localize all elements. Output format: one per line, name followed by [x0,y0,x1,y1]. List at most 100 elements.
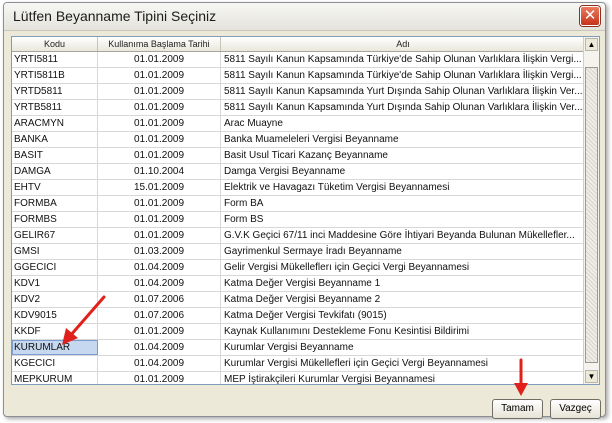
cell-kodu: MEPKURUM [12,372,98,384]
close-button[interactable]: ✕ [580,6,600,26]
vertical-scrollbar[interactable]: ▲ ▼ [583,37,599,384]
cell-adi: Basit Usul Ticari Kazanç Beyanname [224,150,388,161]
cell-kodu: KKDF [12,324,98,339]
table-row[interactable]: EHTV 15.01.2009 Elektrik ve Havagazı Tüket… [12,180,585,196]
cell-tarih: 01.01.2009 [98,100,221,115]
cell-adi: 5811 Sayılı Kanun Kapsamında Yurt Dışınd… [224,102,583,113]
cell-tarih: 01.07.2006 [98,308,221,323]
cell-tarih: 01.03.2009 [98,244,221,259]
cell-tarih: 01.01.2009 [98,196,221,211]
cell-adi: Arac Muayne [224,118,283,129]
cell-tarih: 01.01.2009 [98,324,221,339]
cell-adi: Katma Değer Vergisi Beyanname 1 [224,278,381,289]
table-row[interactable]: KDV2 01.07.2006 Katma Değer Vergisi Beyann… [12,292,585,308]
cell-adi: Banka Muameleleri Vergisi Beyanname [224,134,399,145]
cancel-button[interactable]: Vazgeç [550,399,601,419]
cell-adi: 5811 Sayılı Kanun Kapsamında Türkiye'de … [224,70,582,81]
cell-kodu: GMSI [12,244,98,259]
cell-kodu: DAMGA [12,164,98,179]
cell-tarih: 01.01.2009 [98,228,221,243]
cell-tarih: 01.01.2009 [98,372,221,384]
cell-kodu: KGECICI [12,356,98,371]
cell-tarih: 01.01.2009 [98,148,221,163]
cell-tarih: 01.04.2009 [98,276,221,291]
table-row[interactable]: GELIR67 01.01.2009 G.V.K Geçici 67/11 inci… [12,228,585,244]
table-row[interactable]: GMSI 01.03.2009 Gayrimenkul Sermaye İradı … [12,244,585,260]
table-row[interactable]: FORMBA 01.01.2009 Form BA [12,196,585,212]
cell-tarih: 01.01.2009 [98,116,221,131]
cell-kodu: YRTI5811B [12,68,98,83]
table-row[interactable]: KURUMLAR 01.04.2009 Kurumlar Vergisi Beyan… [12,340,585,356]
scroll-down-button[interactable]: ▼ [585,370,598,383]
table-row[interactable]: ARACMYN 01.01.2009 Arac Muayne [12,116,585,132]
cell-adi: Kaynak Kullanımını Destekleme Fonu Kesin… [224,326,470,337]
table-row[interactable]: YRTI5811 01.01.2009 5811 Sayılı Kanun Kaps… [12,52,585,68]
cell-adi: Elektrik ve Havagazı Tüketim Vergisi Bey… [224,182,450,193]
cell-tarih: 01.07.2006 [98,292,221,307]
table-row[interactable]: KKDF 01.01.2009 Kaynak Kullanımını Destekl… [12,324,585,340]
scroll-thumb[interactable] [585,67,598,363]
cell-adi: Gayrimenkul Sermaye İradı Beyanname [224,246,402,257]
cell-kodu: GGECICI [12,260,98,275]
cell-adi: Damga Vergisi Beyanname [224,166,346,177]
table-row[interactable]: GGECICI 01.04.2009 Gelir Vergisi Mükellefl… [12,260,585,276]
table-header: Kodu Kullanıma Başlama Tarihi Adı [12,37,585,52]
cell-tarih: 01.01.2009 [98,68,221,83]
cell-adi: MEP İştirakçileri Kurumlar Vergisi Beyan… [224,374,436,385]
cell-kodu: BANKA [12,132,98,147]
cell-tarih: 01.04.2009 [98,356,221,371]
cell-adi: Form BA [224,198,264,209]
cell-adi: Kurumlar Vergisi Mükellefleri için Geçic… [224,358,488,369]
table-row[interactable]: KDV1 01.04.2009 Katma Değer Vergisi Beyann… [12,276,585,292]
cell-tarih: 01.01.2009 [98,212,221,227]
cell-tarih: 01.01.2009 [98,52,221,67]
cell-kodu: KDV1 [12,276,98,291]
table-row[interactable]: BANKA 01.01.2009 Banka Muameleleri Vergisi… [12,132,585,148]
table-row[interactable]: MEPKURUM 01.01.2009 MEP İştirakçileri Kuru… [12,372,585,385]
cell-tarih: 15.01.2009 [98,180,221,195]
cell-adi: Katma Değer Vergisi Tevkifatı (9015) [224,310,387,321]
cell-tarih: 01.01.2009 [98,84,221,99]
dialog-title: Lütfen Beyanname Tipini Seçiniz [13,8,217,24]
cell-kodu: YRTD5811 [12,84,98,99]
column-header-tarih[interactable]: Kullanıma Başlama Tarihi [98,37,221,51]
cell-adi: Katma Değer Vergisi Beyanname 2 [224,294,381,305]
cell-adi: 5811 Sayılı Kanun Kapsamında Yurt Dışınd… [224,86,583,97]
scroll-up-button[interactable]: ▲ [585,38,598,51]
cell-kodu: FORMBS [12,212,98,227]
cell-kodu: KDV9015 [12,308,98,323]
cell-adi: G.V.K Geçici 67/11 inci Maddesine Göre İ… [224,230,575,241]
cell-tarih: 01.04.2009 [98,260,221,275]
cell-kodu: ARACMYN [12,116,98,131]
column-header-adi[interactable]: Adı [221,37,585,51]
cell-kodu: GELIR67 [12,228,98,243]
table-row[interactable]: BASIT 01.01.2009 Basit Usul Ticari Kazanç … [12,148,585,164]
cell-kodu: KDV2 [12,292,98,307]
cell-kodu: YRTI5811 [12,52,98,67]
cell-tarih: 01.10.2004 [98,164,221,179]
cell-kodu: EHTV [12,180,98,195]
cell-adi: Form BS [224,214,264,225]
cell-kodu: KURUMLAR [12,340,98,355]
cell-kodu: YRTB5811 [12,100,98,115]
table-row[interactable]: YRTI5811B 01.01.2009 5811 Sayılı Kanun Kap… [12,68,585,84]
cell-adi: 5811 Sayılı Kanun Kapsamında Türkiye'de … [224,54,582,65]
title-bar: Lütfen Beyanname Tipini Seçiniz ✕ [4,3,605,31]
cell-kodu: BASIT [12,148,98,163]
cell-adi: Gelir Vergisi Mükelleflerı için Geçici V… [224,262,470,273]
table-row[interactable]: KGECICI 01.04.2009 Kurumlar Vergisi Mükell… [12,356,585,372]
table-row[interactable]: FORMBS 01.01.2009 Form BS [12,212,585,228]
table-row[interactable]: YRTB5811 01.01.2009 5811 Sayılı Kanun Kaps… [12,100,585,116]
cell-kodu: FORMBA [12,196,98,211]
declaration-type-dialog: Lütfen Beyanname Tipini Seçiniz ✕ Kodu K… [3,2,606,419]
table-row[interactable]: YRTD5811 01.01.2009 5811 Sayılı Kanun Kaps… [12,84,585,100]
table-row[interactable]: KDV9015 01.07.2006 Katma Değer Vergisi Tev… [12,308,585,324]
declaration-table: Kodu Kullanıma Başlama Tarihi Adı YRTI58… [11,36,600,385]
cell-tarih: 01.04.2009 [98,340,221,355]
column-header-kodu[interactable]: Kodu [12,37,98,51]
cell-tarih: 01.01.2009 [98,132,221,147]
cell-adi: Kurumlar Vergisi Beyanname [224,342,354,353]
ok-button[interactable]: Tamam [492,399,543,419]
table-body: YRTI5811 01.01.2009 5811 Sayılı Kanun Kaps… [12,52,585,385]
table-row[interactable]: DAMGA 01.10.2004 Damga Vergisi Beyanname [12,164,585,180]
